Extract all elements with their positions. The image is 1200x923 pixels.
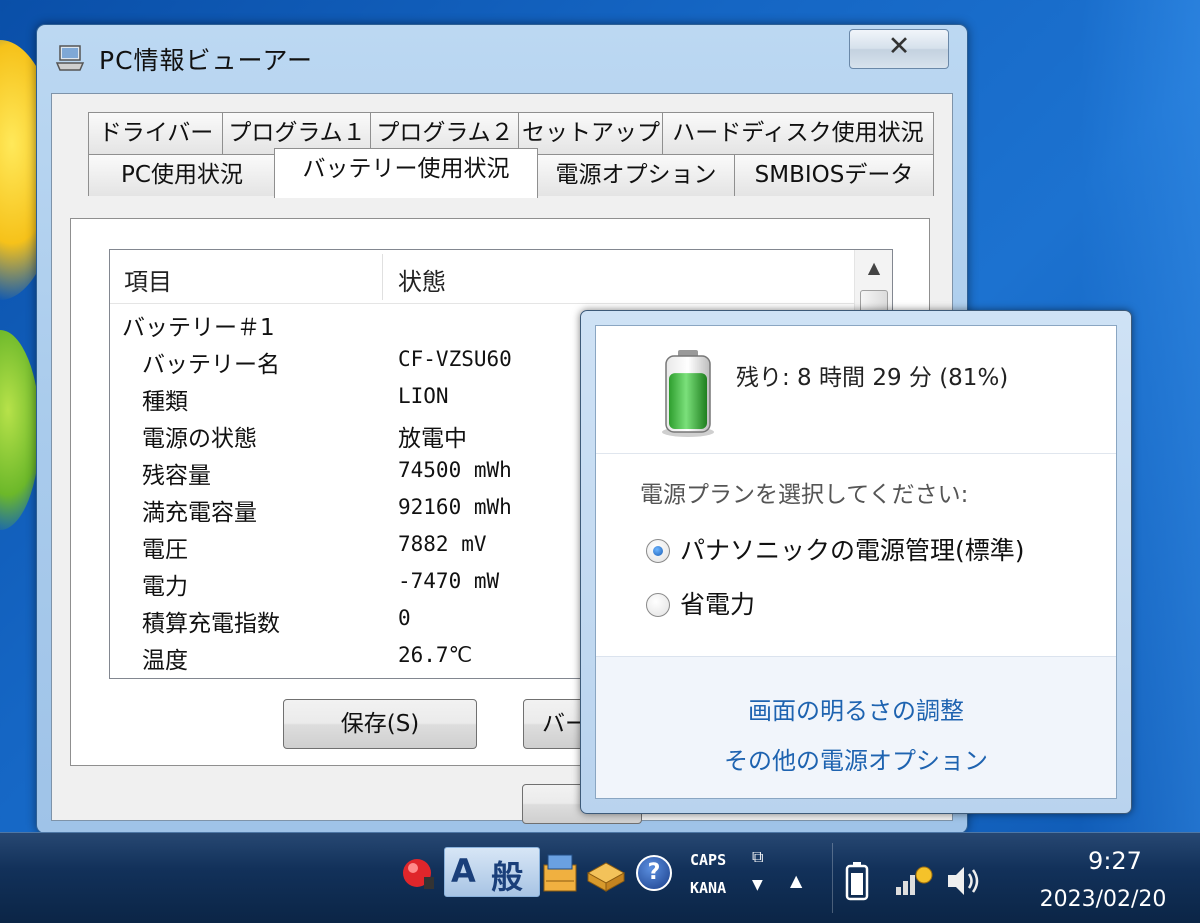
window-title: PC情報ビューアー [99, 46, 314, 75]
ime-restore-icon[interactable]: ⧉ [752, 847, 763, 867]
tab-hdd-usage[interactable]: ハードディスク使用状況 [662, 112, 934, 154]
row-value: LION [398, 384, 449, 408]
plan-prompt: 電源プランを選択してください: [640, 482, 969, 508]
tab-setup[interactable]: セットアップ [518, 112, 664, 154]
tab-driver[interactable]: ドライバー [88, 112, 224, 154]
battery-status-section: 残り: 8 時間 29 分 (81%) [596, 326, 1116, 454]
row-name: 電力 [142, 574, 188, 600]
network-icon[interactable] [894, 863, 934, 897]
battery-remaining-text: 残り: 8 時間 29 分 (81%) [736, 365, 1009, 391]
laptop-icon [55, 45, 85, 71]
row-name: バッテリー名 [142, 352, 280, 378]
save-button[interactable]: 保存(S) [283, 699, 477, 749]
title-bar[interactable]: PC情報ビューアー ✕ [37, 25, 967, 95]
row-name: 電圧 [142, 537, 188, 563]
row-value: 74500 mWh [398, 458, 512, 482]
row-name: 温度 [142, 648, 188, 674]
desktop-wallpaper-swirl-green [0, 330, 40, 530]
row-value: 92160 mWh [398, 495, 512, 519]
volume-icon[interactable] [944, 863, 984, 899]
ime-dictionary-icon[interactable] [584, 851, 628, 895]
row-value: CF-VZSU60 [398, 347, 512, 371]
link-more-power-options[interactable]: その他の電源オプション [596, 741, 1116, 776]
scroll-up-arrow-icon[interactable]: ▲ [855, 250, 892, 288]
plan-option-panasonic[interactable]: パナソニックの電源管理(標準) [646, 531, 1086, 571]
row-value: 7882 mV [398, 532, 487, 556]
tab-battery-usage[interactable]: バッテリー使用状況 [274, 148, 538, 198]
tab-smbios-data[interactable]: SMBIOSデータ [734, 154, 934, 196]
battery-flyout-body: 残り: 8 時間 29 分 (81%) 電源プランを選択してください: パナソニ… [595, 325, 1117, 799]
help-icon[interactable]: ? [636, 855, 672, 891]
ime-options-chevron-down-icon[interactable]: ▼ [752, 877, 763, 893]
row-value: -7470 mW [398, 569, 500, 593]
divider [832, 843, 833, 913]
link-screen-brightness[interactable]: 画面の明るさの調整 [596, 691, 1116, 726]
battery-tray-icon[interactable] [844, 861, 870, 901]
power-plan-section: 電源プランを選択してください: パナソニックの電源管理(標準) 省電力 [596, 455, 1116, 655]
battery-icon [662, 350, 714, 437]
row-name: 満充電容量 [142, 500, 257, 526]
radio-unselected-icon[interactable] [646, 593, 670, 617]
clock-date[interactable]: 2023/02/20 [1018, 887, 1188, 912]
tab-power-options[interactable]: 電源オプション [536, 154, 736, 196]
kana-indicator: KANA [690, 879, 727, 897]
row-value: 0 [398, 606, 411, 630]
radio-selected-icon[interactable] [646, 539, 670, 563]
plan-label: パナソニックの電源管理(標準) [680, 536, 1025, 565]
tab-pc-usage[interactable]: PC使用状況 [88, 154, 276, 196]
flyout-links: 画面の明るさの調整 その他の電源オプション [596, 656, 1116, 798]
group-label: バッテリー＃1 [122, 315, 275, 341]
row-name: 種類 [142, 389, 188, 415]
taskbar: A 般 ? CAPS KANA ⧉ ▼ ▲ 9:27 2023/02/20 [0, 832, 1200, 923]
ime-mode-indicator[interactable]: A 般 [444, 847, 540, 897]
column-separator[interactable] [382, 254, 383, 300]
plan-option-power-saver[interactable]: 省電力 [646, 585, 846, 625]
plan-label: 省電力 [680, 590, 756, 619]
close-icon: ✕ [887, 31, 911, 62]
ime-input-mode: A [451, 852, 476, 890]
list-header: 項目 状態 [110, 250, 854, 304]
close-button[interactable]: ✕ [849, 29, 949, 69]
row-name: 残容量 [142, 463, 211, 489]
row-value: 26.7℃ [398, 643, 473, 667]
row-name: 電源の状態 [142, 426, 257, 452]
ime-tool-icon[interactable] [400, 855, 438, 893]
battery-flyout: 残り: 8 時間 29 分 (81%) 電源プランを選択してください: パナソニ… [580, 310, 1132, 814]
ime-conversion-mode: 般 [491, 858, 524, 896]
show-hidden-icons-chevron-up-icon[interactable]: ▲ [790, 871, 802, 890]
row-value: 放電中 [398, 426, 467, 452]
ime-pad-icon[interactable] [540, 851, 580, 895]
caps-indicator: CAPS [690, 851, 727, 869]
row-name: 積算充電指数 [142, 611, 280, 637]
column-header-item[interactable]: 項目 [124, 262, 172, 297]
column-header-status[interactable]: 状態 [398, 262, 446, 297]
clock-time[interactable]: 9:27 [1060, 847, 1170, 875]
